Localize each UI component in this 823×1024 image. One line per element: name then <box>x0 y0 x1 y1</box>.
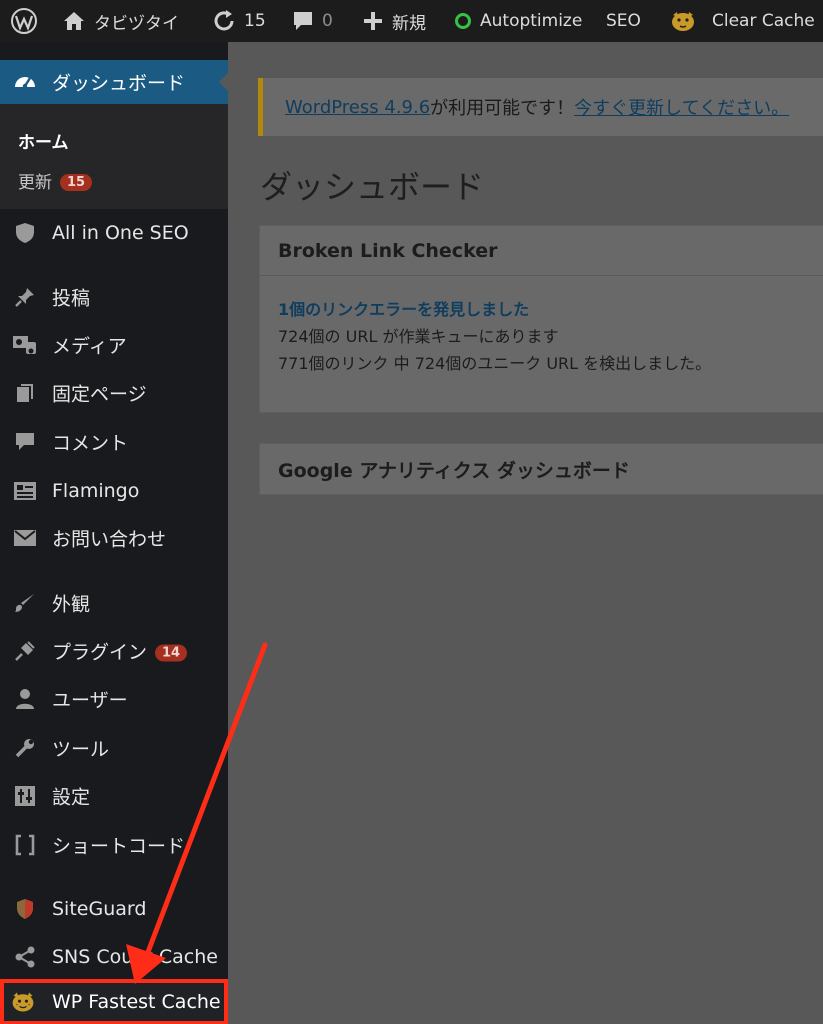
sidebar-item-label: ショートコード <box>52 835 186 858</box>
sidebar-item-all-in-one-seo[interactable]: All in One SEO <box>0 213 228 253</box>
sidebar-item-label: 外観 <box>52 593 91 616</box>
sidebar-item-label: メディア <box>52 335 127 358</box>
page-title: ダッシュボード <box>260 168 485 206</box>
submenu-item-updates[interactable]: 更新 15 <box>18 168 93 193</box>
sidebar-item-media[interactable]: メディア <box>0 325 228 365</box>
sidebar-item-label: プラグイン 14 <box>52 638 188 665</box>
mail-icon <box>12 525 38 551</box>
sidebar-item-label: ユーザー <box>52 689 128 712</box>
seo-link[interactable]: SEO <box>606 0 641 42</box>
sidebar-item-label: ダッシュボード <box>52 72 186 95</box>
dashboard-submenu: ホーム 更新 15 <box>0 104 228 209</box>
submenu-item-home[interactable]: ホーム <box>18 128 69 153</box>
sidebar-item-comments[interactable]: コメント <box>0 422 228 462</box>
broken-link-checker-widget: Broken Link Checker 1個のリンクエラーを発見しました 724… <box>259 225 823 413</box>
update-notice: WordPress 4.9.6 が利用可能です！ 今すぐ更新してください。 <box>258 78 823 136</box>
comments-count: 0 <box>322 11 333 31</box>
widget-body: 1個のリンクエラーを発見しました 724個の URL が作業キューにあります 7… <box>260 276 823 377</box>
cheetah-icon <box>672 12 694 31</box>
google-analytics-widget: Google アナリティクス ダッシュボード <box>259 443 823 495</box>
autoptimize-label: Autoptimize <box>480 11 583 31</box>
cheetah-icon <box>10 989 36 1015</box>
updates-link[interactable]: 15 <box>212 0 266 42</box>
sidebar-item-flamingo[interactable]: Flamingo <box>0 471 228 511</box>
plugins-badge: 14 <box>155 644 188 662</box>
siteguard-icon <box>12 896 38 922</box>
admin-sidebar: ダッシュボード ホーム 更新 15 All in One SEO 投稿 メディア … <box>0 42 228 1024</box>
sidebar-item-label: All in One SEO <box>52 222 189 244</box>
site-name: タビヅタイ <box>94 13 179 34</box>
sidebar-item-posts[interactable]: 投稿 <box>0 277 228 317</box>
sidebar-item-label: SiteGuard <box>52 898 147 920</box>
sidebar-item-label: お問い合わせ <box>52 528 167 551</box>
settings-icon <box>12 783 38 809</box>
wordpress-version-link[interactable]: WordPress 4.9.6 <box>285 97 430 118</box>
new-label: 新規 <box>392 13 426 34</box>
sidebar-item-appearance[interactable]: 外観 <box>0 583 228 623</box>
plus-icon <box>364 12 382 30</box>
updates-badge: 15 <box>60 174 93 191</box>
update-now-link[interactable]: 今すぐ更新してください。 <box>574 94 789 120</box>
sidebar-item-settings[interactable]: 設定 <box>0 776 228 816</box>
sidebar-item-plugins[interactable]: プラグイン 14 <box>0 631 228 671</box>
comments-link[interactable]: 0 <box>292 0 333 42</box>
share-icon <box>12 944 38 970</box>
active-indicator-arrow <box>219 73 228 91</box>
wrench-icon <box>12 735 38 761</box>
sidebar-item-label: Flamingo <box>52 480 140 502</box>
queue-text: 724個の URL が作業キューにあります <box>278 327 559 346</box>
clear-cache-label: Clear Cache <box>712 11 815 31</box>
updates-count: 15 <box>244 11 266 31</box>
flamingo-icon <box>12 478 38 504</box>
sidebar-item-pages[interactable]: 固定ページ <box>0 373 228 413</box>
media-icon <box>12 332 38 358</box>
new-content-link[interactable]: 新規 <box>362 0 426 42</box>
sidebar-item-users[interactable]: ユーザー <box>0 679 228 719</box>
site-name-link[interactable]: タビヅタイ <box>62 0 179 42</box>
sidebar-item-label: 固定ページ <box>52 383 147 406</box>
submenu-item-label: 更新 <box>18 173 52 193</box>
seo-label: SEO <box>606 11 641 31</box>
autoptimize-link[interactable]: Autoptimize <box>454 0 582 42</box>
main-content: WordPress 4.9.6 が利用可能です！ 今すぐ更新してください。 ダッ… <box>228 42 823 1024</box>
sidebar-item-label: SNS Count Cache <box>52 946 218 968</box>
clear-cache-link[interactable]: Clear Cache <box>670 0 815 42</box>
sidebar-item-label: 投稿 <box>52 287 91 310</box>
link-error-link[interactable]: 1個のリンクエラーを発見しました <box>278 296 823 323</box>
notice-text: が利用可能です！ <box>430 98 575 119</box>
brackets-icon <box>12 832 38 858</box>
refresh-icon <box>214 10 234 31</box>
sidebar-item-label: ツール <box>52 738 110 761</box>
wordpress-logo-icon[interactable] <box>10 0 38 42</box>
sidebar-item-label: コメント <box>52 432 129 455</box>
sidebar-item-sns-count-cache[interactable]: SNS Count Cache <box>0 937 228 977</box>
sidebar-item-label: WP Fastest Cache <box>52 991 221 1013</box>
sidebar-item-tools[interactable]: ツール <box>0 728 228 768</box>
sidebar-item-wp-fastest-cache[interactable]: WP Fastest Cache <box>0 979 228 1024</box>
pages-icon <box>12 380 38 406</box>
home-icon <box>64 12 84 30</box>
sidebar-item-siteguard[interactable]: SiteGuard <box>0 889 228 929</box>
sidebar-item-contact[interactable]: お問い合わせ <box>0 518 228 558</box>
sidebar-item-shortcode[interactable]: ショートコード <box>0 825 228 865</box>
widget-title[interactable]: Google アナリティクス ダッシュボード <box>260 444 823 494</box>
widget-title[interactable]: Broken Link Checker <box>260 226 823 276</box>
pin-icon <box>12 284 38 310</box>
user-icon <box>12 686 38 712</box>
status-circle-icon <box>455 13 471 29</box>
comment-bubble-icon <box>294 12 312 30</box>
comment-icon <box>12 429 38 455</box>
gauge-icon <box>12 69 38 95</box>
brush-icon <box>12 590 38 616</box>
sidebar-item-label: 設定 <box>52 786 91 809</box>
shield-icon <box>12 220 38 246</box>
admin-bar: タビヅタイ 15 0 新規 Autoptimize SEO Clear Cach… <box>0 0 823 42</box>
found-text: 771個のリンク 中 724個のユニーク URL を検出しました。 <box>278 354 712 373</box>
plugin-icon <box>12 638 38 664</box>
sidebar-item-dashboard[interactable]: ダッシュボード <box>0 60 228 104</box>
